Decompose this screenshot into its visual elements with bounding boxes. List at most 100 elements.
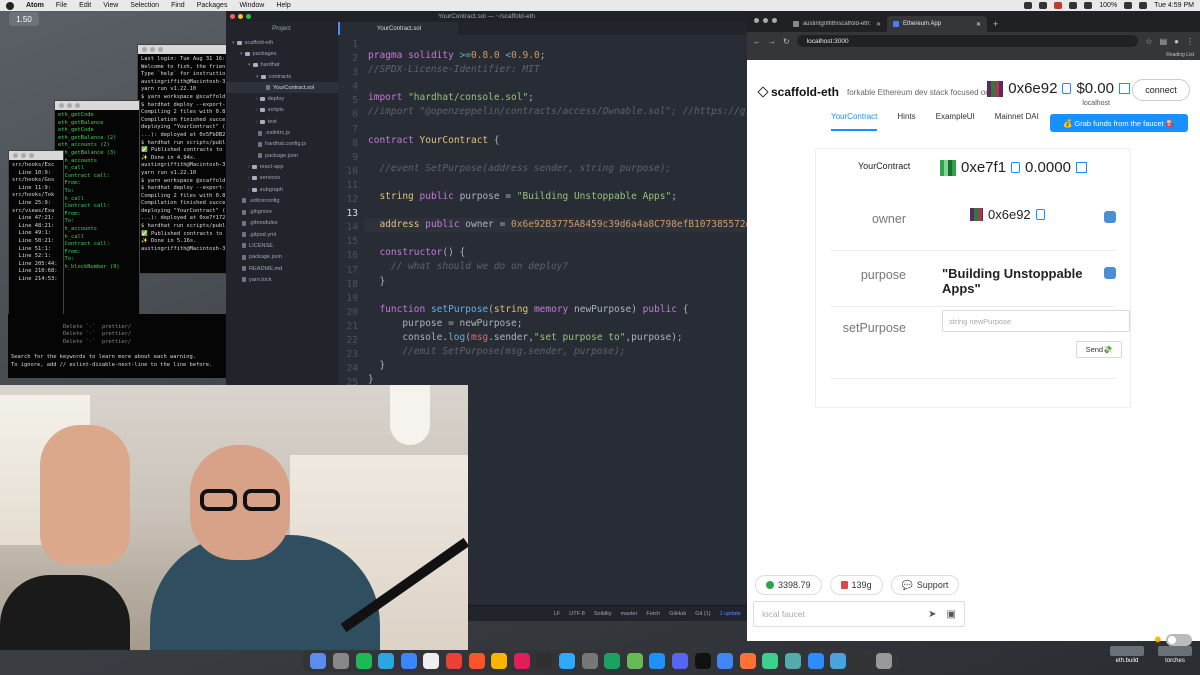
- dock-app-icon[interactable]: [626, 653, 643, 669]
- tree-folder[interactable]: ▾ scaffold-eth: [226, 37, 338, 48]
- profile-icon[interactable]: ●: [1174, 37, 1179, 46]
- dock-app-icon[interactable]: [310, 653, 327, 669]
- browser-tab-github[interactable]: austintgriffith/scaffold-eth: f ✕: [787, 16, 887, 32]
- terminal-window-2[interactable]: eth_getCode eth_getBalance eth_getCode eth_…: [54, 100, 140, 330]
- tree-file[interactable]: .gitpod.yml: [226, 229, 338, 240]
- dock-app-icon[interactable]: [649, 653, 666, 669]
- dock-app-icon[interactable]: [807, 653, 824, 669]
- minimize-icon[interactable]: [238, 14, 243, 19]
- forward-icon[interactable]: →: [768, 37, 776, 46]
- dock-app-icon[interactable]: [604, 653, 621, 669]
- wallet-icon[interactable]: ▣: [947, 609, 956, 620]
- status-line-ending[interactable]: LF: [554, 611, 560, 617]
- browser-tab-ethereum-app[interactable]: Ethereum App ✕: [887, 16, 987, 32]
- send-button[interactable]: Send💸: [1076, 341, 1122, 358]
- wallet-icon[interactable]: [1075, 162, 1087, 173]
- close-icon[interactable]: ✕: [876, 21, 881, 28]
- extensions-icon[interactable]: ▤: [1160, 37, 1168, 46]
- theme-toggle[interactable]: ✹: [1154, 634, 1192, 646]
- tree-file[interactable]: hardhat.config.js: [226, 139, 338, 150]
- theme-switch[interactable]: [1166, 634, 1192, 646]
- tree-file[interactable]: .eslintrc.js: [226, 127, 338, 138]
- terminal-window-3[interactable]: Last login: Tue Aug 31 16: Welcome to fis…: [137, 44, 227, 274]
- address-bar[interactable]: localhost:3000: [796, 35, 1139, 47]
- status-git[interactable]: Git (1): [695, 611, 710, 617]
- new-tab-icon[interactable]: +: [993, 19, 998, 29]
- close-icon[interactable]: ✕: [976, 21, 981, 28]
- menu-clock[interactable]: Tue 4:59 PM: [1154, 2, 1194, 9]
- dock-app-icon[interactable]: [468, 653, 485, 669]
- copy-icon[interactable]: [1062, 83, 1072, 94]
- record-icon[interactable]: [1054, 2, 1063, 9]
- status-branch[interactable]: master: [621, 611, 638, 617]
- eth-price-pill[interactable]: 3398.79: [755, 575, 822, 595]
- back-icon[interactable]: ←: [753, 37, 761, 46]
- status-github[interactable]: GitHub: [669, 611, 686, 617]
- contract-address[interactable]: 0xe7f1: [961, 159, 1006, 176]
- reload-icon[interactable]: ↻: [783, 37, 790, 46]
- copy-icon[interactable]: [1011, 162, 1021, 173]
- tree-folder[interactable]: › scripts: [226, 105, 338, 116]
- menu-find[interactable]: Find: [171, 2, 185, 9]
- tree-folder[interactable]: ▾ packages: [226, 48, 338, 59]
- tree-folder[interactable]: › react-app: [226, 161, 338, 172]
- dock-app-icon[interactable]: [785, 653, 802, 669]
- window-controls[interactable]: [754, 18, 777, 23]
- apple-menu-icon[interactable]: [6, 1, 14, 10]
- tree-file[interactable]: README.md: [226, 263, 338, 274]
- tree-folder[interactable]: ▾ hardhat: [226, 60, 338, 71]
- terminal-titlebar[interactable]: [138, 45, 226, 54]
- dock-app-icon[interactable]: [332, 653, 349, 669]
- status-fetch[interactable]: Fetch: [646, 611, 660, 617]
- tree-file[interactable]: package.json: [226, 150, 338, 161]
- star-icon[interactable]: ☆: [1145, 37, 1152, 46]
- maximize-icon[interactable]: [246, 14, 251, 19]
- menu-help[interactable]: Help: [276, 2, 290, 9]
- tab-mainnet-dai[interactable]: Mainnet DAI: [995, 112, 1039, 131]
- dock-app-icon[interactable]: [762, 653, 779, 669]
- tree-file[interactable]: .editorconfig: [226, 195, 338, 206]
- tree-folder[interactable]: › subgraph: [226, 184, 338, 195]
- dock-app-icon[interactable]: [694, 653, 711, 669]
- wallet-icon[interactable]: [1119, 83, 1130, 94]
- tab-your-contract[interactable]: YourContract.sol: [338, 22, 458, 35]
- menu-packages[interactable]: Packages: [197, 2, 228, 9]
- setpurpose-input[interactable]: string newPurpose: [942, 310, 1130, 332]
- tree-folder[interactable]: ▾ contracts: [226, 71, 338, 82]
- dock-app-icon[interactable]: [717, 653, 734, 669]
- menu-window[interactable]: Window: [239, 2, 264, 9]
- close-icon[interactable]: [230, 14, 235, 19]
- status-encoding[interactable]: UTF-8: [569, 611, 585, 617]
- tab-example-ui[interactable]: ExampleUI: [936, 112, 975, 131]
- menu-icon[interactable]: ⋮: [1186, 37, 1194, 46]
- refresh-icon[interactable]: [1104, 267, 1116, 279]
- tray-icon[interactable]: [1069, 2, 1078, 9]
- menu-file[interactable]: File: [56, 2, 67, 9]
- owner-value[interactable]: 0x6e92: [988, 207, 1031, 222]
- dock-app-icon[interactable]: [852, 653, 869, 669]
- terminal-titlebar[interactable]: [9, 151, 63, 160]
- status-grammar[interactable]: Solidity: [594, 611, 612, 617]
- copy-icon[interactable]: [1035, 209, 1045, 220]
- minimize-icon[interactable]: [763, 18, 768, 23]
- tree-folder[interactable]: › services: [226, 173, 338, 184]
- tray-icon[interactable]: [1039, 2, 1048, 9]
- maximize-icon[interactable]: [772, 18, 777, 23]
- dock-app-icon[interactable]: [830, 653, 847, 669]
- account-balance[interactable]: $0.00: [1076, 80, 1114, 97]
- dock-item-torches[interactable]: torches: [1158, 646, 1192, 664]
- code-content[interactable]: pragma solidity >=0.8.0 <0.9.0;//SPDX-Li…: [364, 38, 747, 423]
- tray-icon[interactable]: [1024, 2, 1033, 9]
- support-button[interactable]: 💬 Support: [890, 575, 960, 595]
- reading-list-link[interactable]: Reading List: [1166, 52, 1194, 58]
- battery-icon[interactable]: [1124, 2, 1133, 9]
- tree-file[interactable]: LICENSE: [226, 240, 338, 251]
- dock-app-icon[interactable]: [581, 653, 598, 669]
- window-controls[interactable]: [230, 14, 251, 19]
- close-icon[interactable]: [754, 18, 759, 23]
- menu-view[interactable]: View: [103, 2, 118, 9]
- connect-button[interactable]: connect: [1132, 79, 1190, 101]
- dock-app-icon[interactable]: [536, 653, 553, 669]
- dock-app-icon[interactable]: [445, 653, 462, 669]
- tree-file[interactable]: yarn.lock: [226, 274, 338, 285]
